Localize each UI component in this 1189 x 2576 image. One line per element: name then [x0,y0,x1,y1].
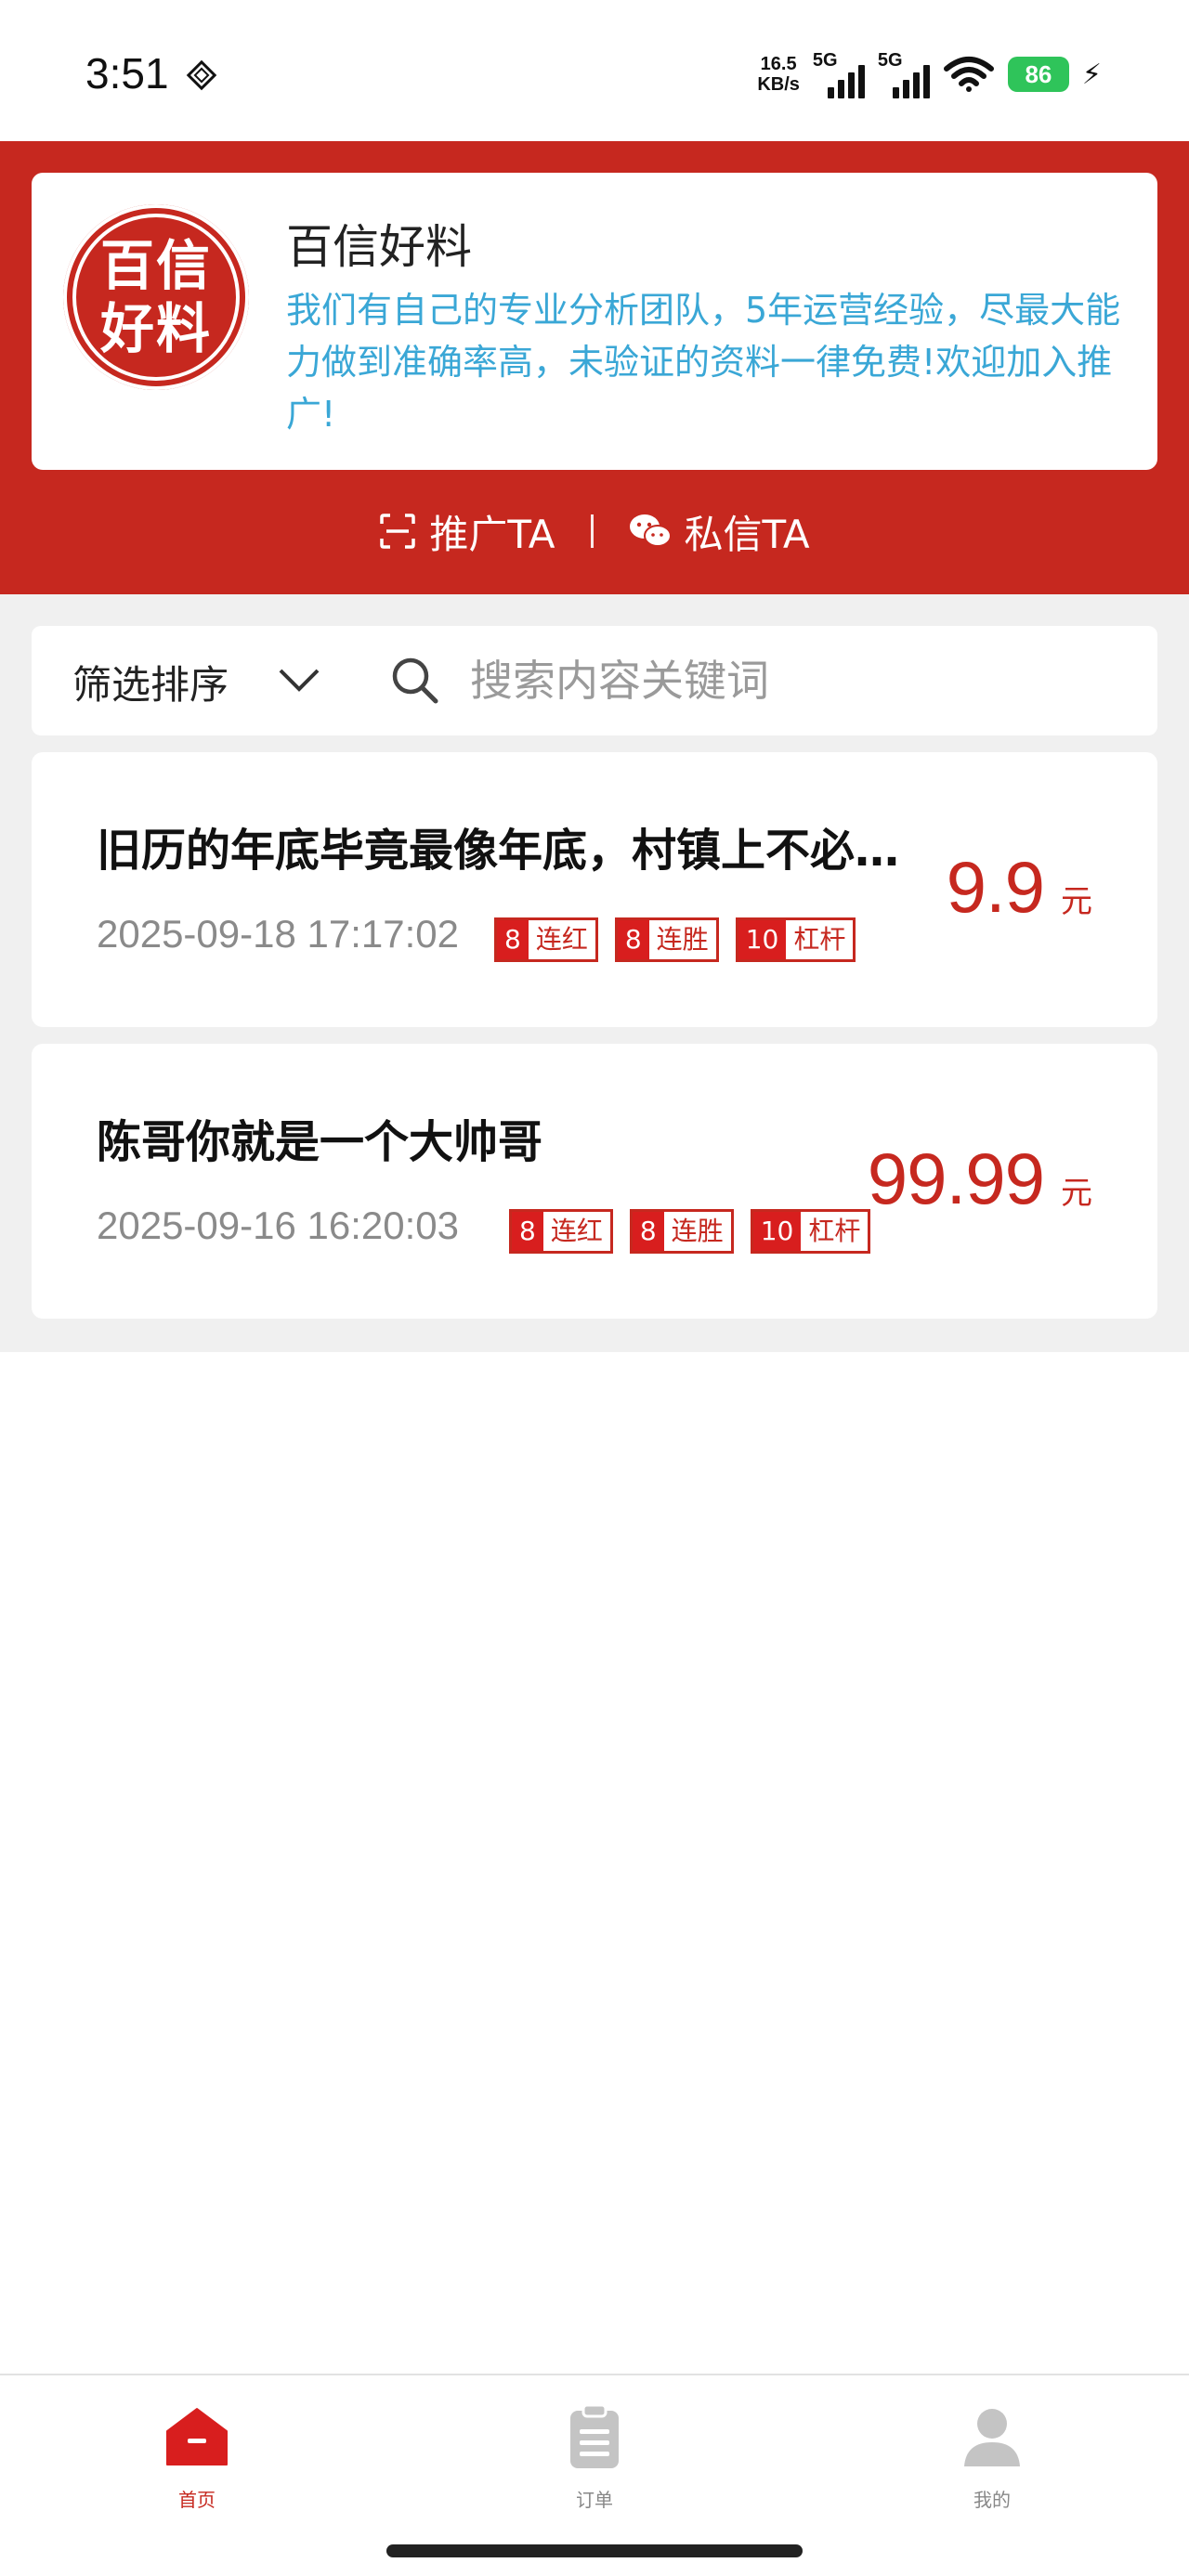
profile-description: 我们有自己的专业分析团队，5年运营经验，尽最大能力做到准确率高，未验证的资料一律… [286,290,1121,435]
price-unit: 元 [1061,883,1092,920]
tag-badge: 8 连红 [494,917,598,962]
status-bar: 3:51 16.5 KB/s 5G 5G 86 ⚡ [0,0,1189,141]
item-title: 陈哥你就是一个大帅哥 [97,1116,543,1168]
item-date: 2025-09-16 16:20:03 [97,1203,459,1247]
search-input[interactable] [468,646,1122,715]
home-icon [166,2408,228,2465]
item-price: 9.9 元 [947,845,1092,930]
home-indicator[interactable] [386,2544,803,2557]
status-indicators: 16.5 KB/s 5G 5G 86 ⚡ [757,48,1102,100]
tag-badge: 8 连胜 [614,917,719,962]
message-button[interactable]: 私信TA [629,503,810,560]
tag-badge: 8 连胜 [629,1209,734,1254]
price-amount: 9.9 [946,846,1045,928]
nav-home[interactable]: 首页 [104,2403,290,2512]
price-unit: 元 [1061,1175,1092,1212]
user-icon [964,2409,1020,2466]
network-speed-value: 16.5 [760,54,797,74]
scan-icon [380,514,416,549]
message-label: 私信TA [684,511,810,557]
nav-mine[interactable]: 我的 [899,2403,1085,2512]
clipboard-icon [570,2403,619,2468]
tag-badge: 10 杠杆 [735,917,856,962]
item-tags: 8 连红 8 连胜 10 杠杆 [509,1209,871,1254]
item-title: 旧历的年底毕竟最像年底，村镇上不必… [97,825,900,877]
nfc-icon [186,59,217,91]
chevron-down-icon[interactable] [277,661,321,698]
logo-text-line1: 百信 [99,234,212,297]
battery-indicator: 86 [1007,57,1069,92]
price-amount: 99.99 [867,1138,1045,1219]
wifi-icon [943,57,994,92]
item-price: 99.99 元 [868,1137,1092,1221]
charging-icon: ⚡ [1081,58,1102,91]
profile-actions: 推广TA 私信TA [0,494,1189,568]
network-speed: 16.5 KB/s [757,54,800,95]
signal-icon: 5G [878,50,930,98]
nav-mine-label: 我的 [973,2489,1011,2511]
profile-header: 百信 好料 百信好料 我们有自己的专业分析团队，5年运营经验，尽最大能力做到准确… [0,141,1189,594]
logo-text-line2: 好料 [99,297,212,360]
item-date: 2025-09-18 17:17:02 [97,912,459,956]
signal-icon: 5G [813,50,865,98]
item-tags: 8 连红 8 连胜 10 杠杆 [494,917,856,962]
nav-home-label: 首页 [178,2489,216,2511]
promote-label: 推广TA [429,511,555,557]
status-time: 3:51 [85,49,169,98]
brand-logo: 百信 好料 [63,204,249,390]
network-speed-unit: KB/s [757,74,800,95]
list-item[interactable]: 旧历的年底毕竟最像年底，村镇上不必… 2025-09-18 17:17:02 8… [32,752,1157,1027]
wechat-icon [629,514,672,547]
action-divider [590,514,594,548]
sort-filter-label[interactable]: 筛选排序 [72,654,229,710]
search-icon [392,657,438,704]
nav-orders-label: 订单 [576,2489,613,2511]
promote-button[interactable]: 推广TA [379,503,555,560]
tag-badge: 10 杠杆 [750,1209,871,1254]
filter-bar: 筛选排序 [32,626,1157,735]
nav-orders[interactable]: 订单 [502,2403,687,2512]
tag-badge: 8 连红 [509,1209,613,1254]
profile-name: 百信好料 [286,220,472,274]
profile-card: 百信 好料 百信好料 我们有自己的专业分析团队，5年运营经验，尽最大能力做到准确… [32,173,1157,470]
list-item[interactable]: 陈哥你就是一个大帅哥 2025-09-16 16:20:03 8 连红 8 连胜 1… [32,1044,1157,1319]
